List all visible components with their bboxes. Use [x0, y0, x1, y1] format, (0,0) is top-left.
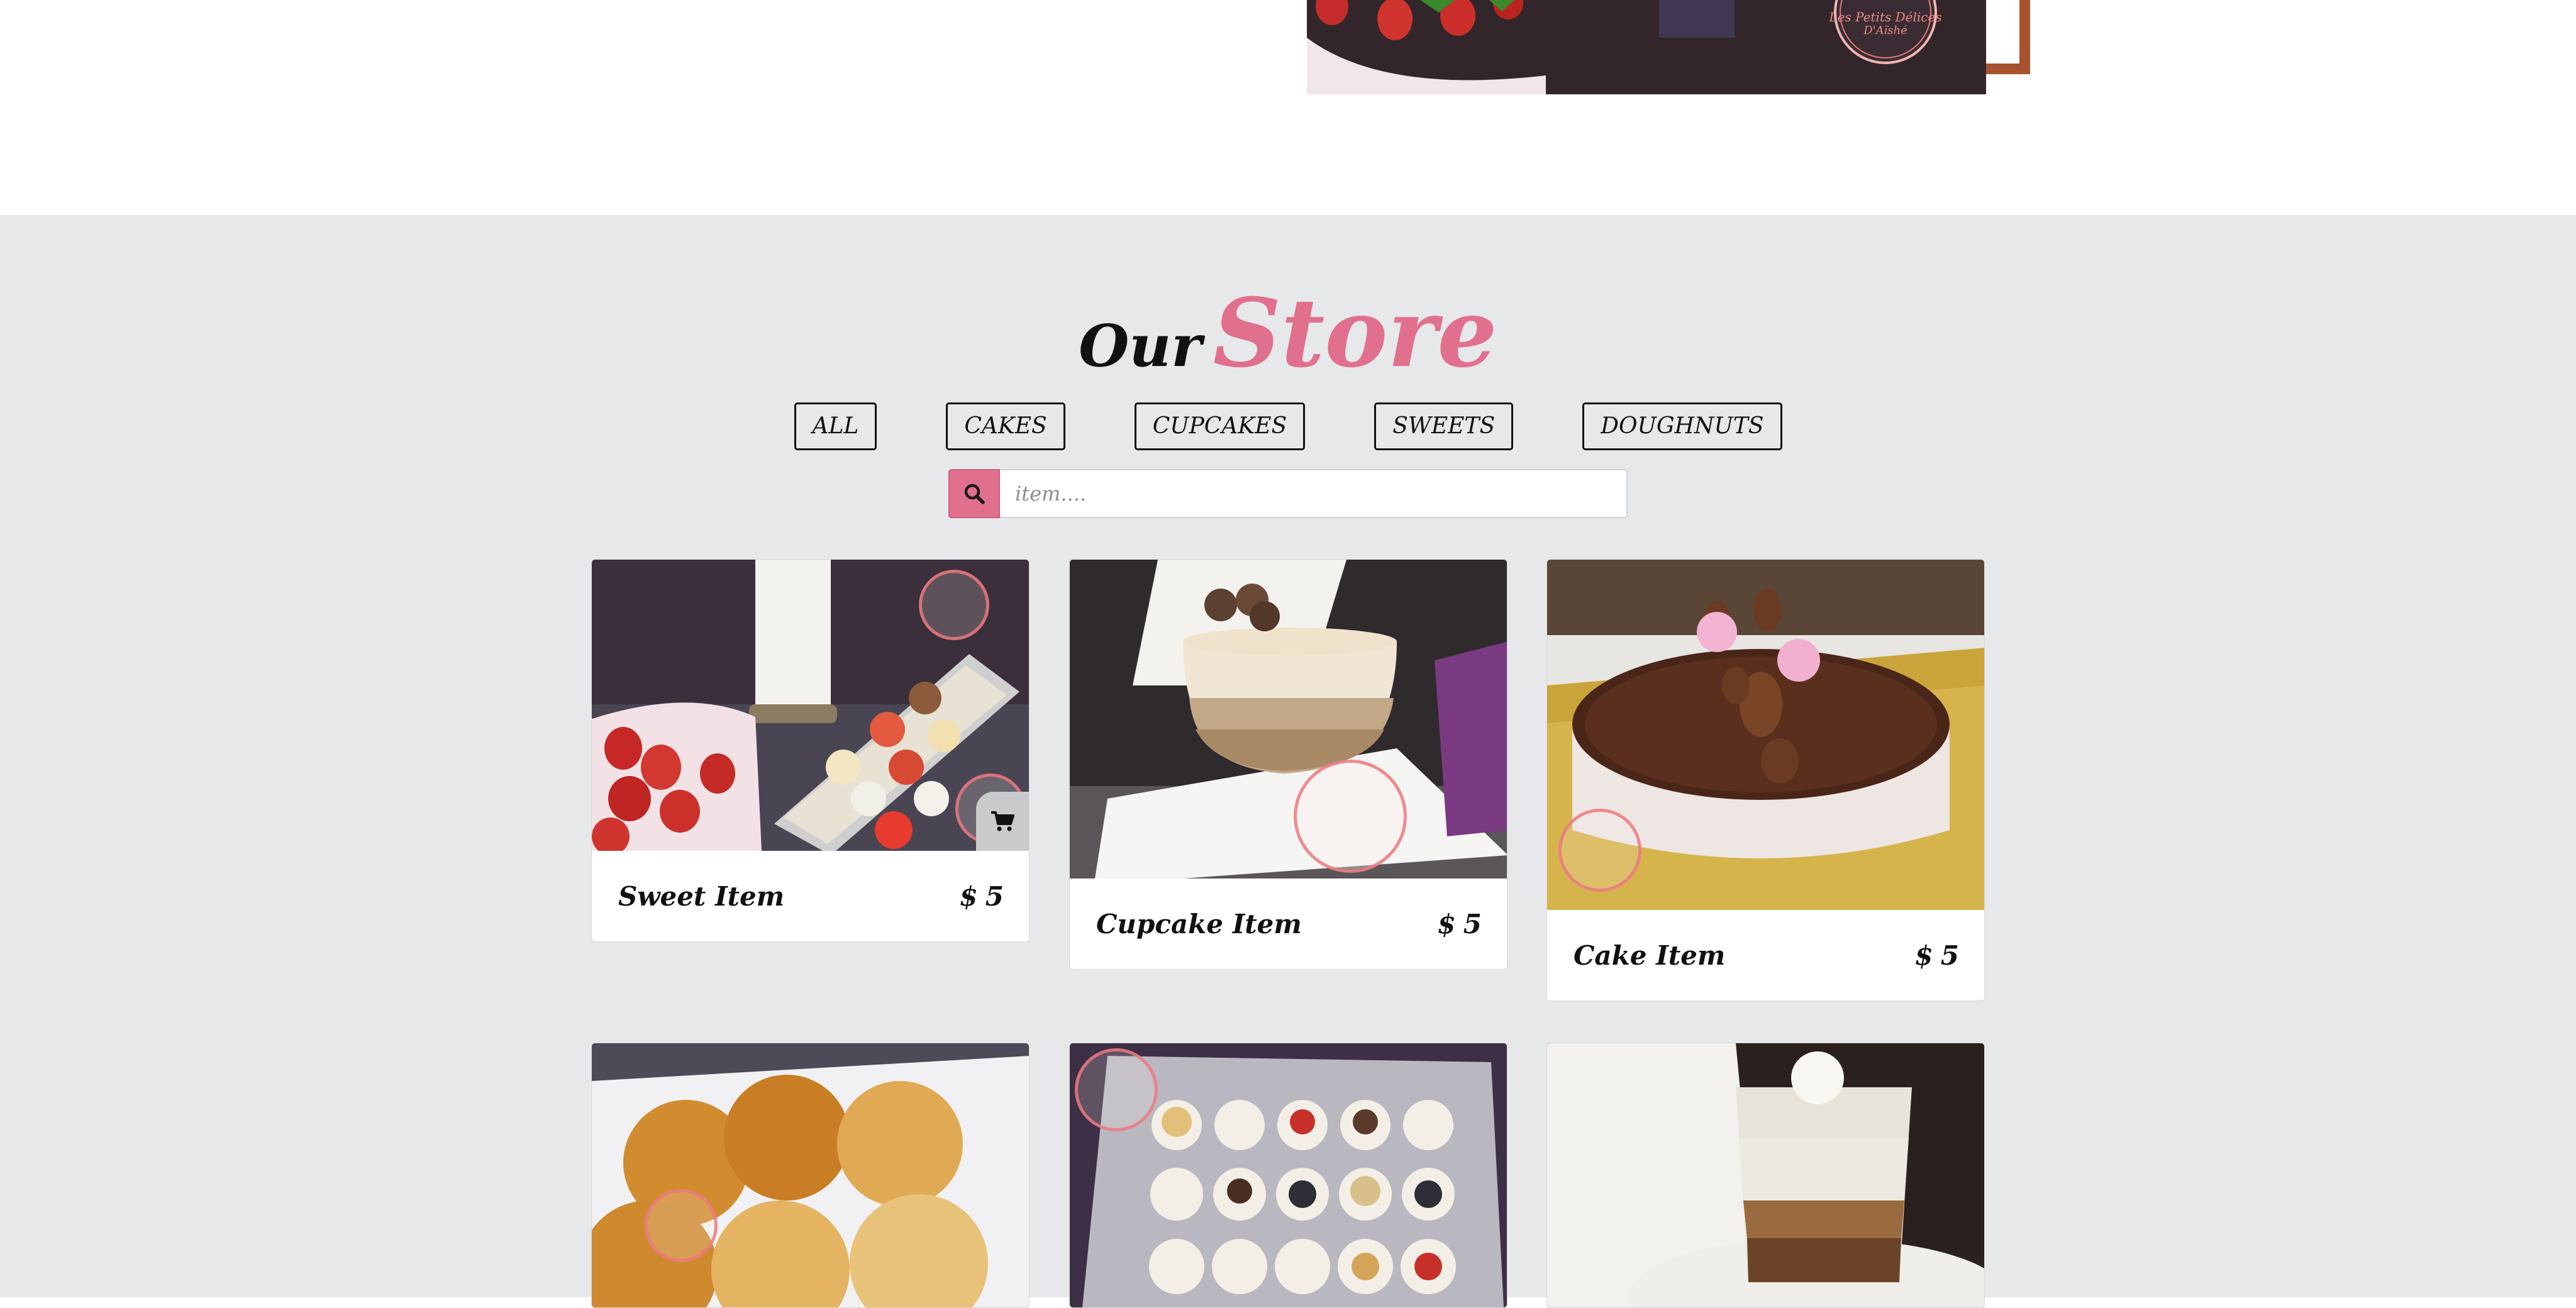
- product-name: Sweet Item: [618, 880, 785, 912]
- product-name: Cupcake Item: [1096, 908, 1302, 939]
- product-name: Cake Item: [1574, 939, 1726, 971]
- product-currency: $: [959, 880, 978, 912]
- filter-sweets-button[interactable]: SWEETS: [1374, 402, 1514, 450]
- filter-doughnuts-button[interactable]: DOUGHNUTS: [1582, 402, 1782, 450]
- watermark-logo: [1558, 809, 1641, 892]
- about-photo: Les Petits Délices D'Aïshé: [1307, 0, 1986, 94]
- product-price: $5: [1438, 909, 1482, 939]
- product-card-cupcake[interactable]: Cupcake Item $5: [1069, 559, 1507, 970]
- store-title-store: Store: [1213, 278, 1497, 389]
- product-card-footer: Sweet Item $5: [592, 851, 1029, 941]
- store-section: Our Store ALL CAKES CUPCAKES SWEETS DOUGH…: [0, 215, 2576, 1308]
- store-title-our: Our: [1079, 312, 1202, 380]
- product-currency: $: [1914, 939, 1933, 971]
- product-image-verrine: [1547, 1043, 1984, 1307]
- filter-bar: ALL CAKES CUPCAKES SWEETS DOUGHNUTS: [0, 402, 2576, 450]
- product-card-sweets-tray[interactable]: [1069, 1043, 1507, 1308]
- watermark-logo: [1075, 1048, 1158, 1131]
- product-image-cake: [1547, 560, 1984, 910]
- store-title: Our Store: [0, 278, 2576, 389]
- filter-cupcakes-button[interactable]: CUPCAKES: [1134, 402, 1306, 450]
- filter-cakes-button[interactable]: CAKES: [946, 402, 1065, 450]
- add-to-cart-button[interactable]: [976, 792, 1029, 851]
- about-logo-text: Les Petits Délices: [1828, 9, 1941, 25]
- product-image-cupcake: [1070, 560, 1507, 878]
- product-card-cake[interactable]: Cake Item $5: [1546, 559, 1985, 1001]
- filter-all-button[interactable]: ALL: [794, 402, 877, 450]
- search-bar: [948, 469, 1628, 518]
- product-image-sweets-tray: [1070, 1043, 1507, 1307]
- product-price: $5: [960, 881, 1004, 912]
- cart-icon: [991, 811, 1014, 831]
- watermark-logo: [645, 1189, 718, 1262]
- product-price-value: 5: [985, 880, 1004, 912]
- product-image-doughnut: [592, 1043, 1029, 1307]
- product-card-footer: Cupcake Item $5: [1070, 878, 1507, 969]
- svg-text:D'Aïshé: D'Aïshé: [1863, 24, 1907, 37]
- product-card-verrine[interactable]: [1546, 1043, 1985, 1308]
- product-price-value: 5: [1463, 908, 1482, 939]
- watermark-logo: [919, 570, 989, 640]
- product-card-doughnut[interactable]: [591, 1043, 1030, 1308]
- search-input[interactable]: [1000, 469, 1628, 518]
- product-card-sweet[interactable]: Sweet Item $5: [591, 559, 1030, 942]
- product-card-footer: Cake Item $5: [1547, 910, 1984, 1000]
- product-image-sweet: [592, 560, 1029, 851]
- search-button[interactable]: [948, 469, 1000, 518]
- about-section: Les Petits Délices D'Aïshé: [0, 0, 2576, 215]
- product-price-value: 5: [1940, 939, 1959, 971]
- product-currency: $: [1437, 908, 1456, 939]
- search-icon: [964, 484, 985, 504]
- product-price: $5: [1915, 940, 1959, 971]
- watermark-logo: [1294, 760, 1407, 873]
